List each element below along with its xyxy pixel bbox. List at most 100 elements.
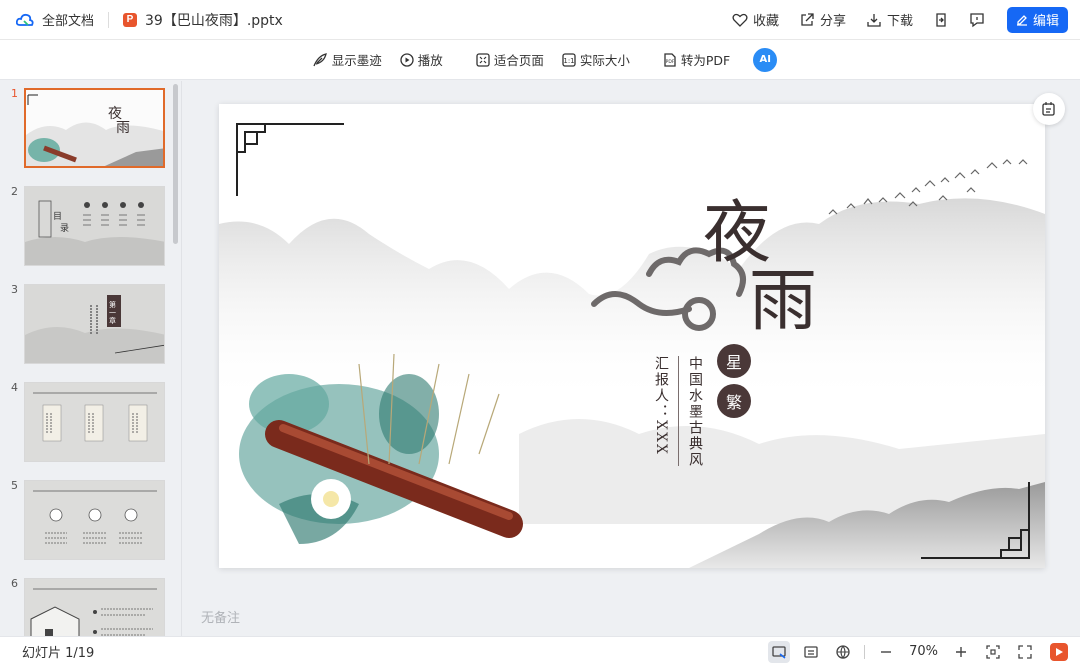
thumbnail-slide-1[interactable]: 夜 雨 xyxy=(24,88,165,168)
download-label: 下载 xyxy=(886,14,913,29)
fit-page-label: 适合页面 xyxy=(493,53,544,68)
export-icon xyxy=(936,12,946,27)
thumbnail-art xyxy=(25,481,164,559)
download-button[interactable]: 下载 xyxy=(866,10,913,29)
play-circle-icon xyxy=(400,52,414,67)
thumbnail-slide-4[interactable] xyxy=(24,382,165,462)
export-button[interactable] xyxy=(933,12,949,28)
fit-window-icon xyxy=(986,644,1000,659)
heart-icon xyxy=(732,13,748,27)
to-pdf-button[interactable]: PDF 转为PDF xyxy=(663,50,730,69)
notes-placeholder[interactable]: 无备注 xyxy=(201,607,240,626)
web-view-button[interactable] xyxy=(832,641,854,663)
ppt-file-icon: P xyxy=(123,12,138,27)
actual-size-icon: 1:1 xyxy=(562,52,576,67)
breadcrumb-all-docs[interactable]: 全部文档 xyxy=(42,10,94,29)
thumbnail-number: 6 xyxy=(11,577,18,590)
zoom-level[interactable]: 70% xyxy=(909,644,938,659)
play-icon xyxy=(1056,647,1063,656)
thumbnail-slide-3[interactable]: 第 一 章 xyxy=(24,284,165,364)
slide-preview-area: 夜 雨 星 繁 中国水墨古典风 汇报人：XXX 无备注 xyxy=(183,81,1080,636)
globe-icon xyxy=(836,644,850,659)
edit-label: 编辑 xyxy=(1032,14,1059,29)
svg-text:1:1: 1:1 xyxy=(563,57,574,65)
play-label: 播放 xyxy=(417,53,443,68)
show-ink-button[interactable]: 显示墨迹 xyxy=(312,50,382,69)
thumbnail-art: 目 录 xyxy=(25,187,164,265)
thumbnail-slide-5[interactable] xyxy=(24,480,165,560)
notes-icon xyxy=(1042,102,1055,116)
thumbnail-art: 第 一 章 xyxy=(25,285,164,363)
thumbnail-art xyxy=(25,383,164,461)
svg-text:录: 录 xyxy=(60,223,69,234)
to-pdf-label: 转为PDF xyxy=(680,53,731,68)
zoom-out-button[interactable] xyxy=(875,641,897,663)
share-button[interactable]: 分享 xyxy=(799,10,846,29)
notes-view-button[interactable] xyxy=(800,641,822,663)
thumbnail-row-4[interactable]: 4 xyxy=(0,375,181,462)
minus-icon xyxy=(881,650,892,653)
favorite-button[interactable]: 收藏 xyxy=(732,10,779,29)
pdf-icon: PDF xyxy=(664,52,676,67)
thumbnail-row-5[interactable]: 5 xyxy=(0,473,181,560)
svg-text:第: 第 xyxy=(109,300,116,309)
download-icon xyxy=(867,13,881,27)
thumbnail-number: 3 xyxy=(11,283,18,296)
thumbnail-row-2[interactable]: 2 目 录 xyxy=(0,179,181,266)
plus-icon xyxy=(956,646,966,657)
slide-title-char-1: 夜 xyxy=(703,194,772,273)
comment-button[interactable] xyxy=(969,12,985,28)
top-bar: 全部文档 P 39【巴山夜雨】.pptx 收藏 分享 下载 编辑 xyxy=(0,0,1080,40)
share-icon xyxy=(801,12,814,26)
slideshow-play-button[interactable] xyxy=(1050,642,1068,661)
svg-text:一: 一 xyxy=(109,309,116,317)
edit-button[interactable]: 编辑 xyxy=(1007,6,1068,33)
svg-text:雨: 雨 xyxy=(116,120,130,136)
svg-text:章: 章 xyxy=(109,316,116,325)
fullscreen-button[interactable] xyxy=(1014,641,1036,663)
pencil-icon xyxy=(1016,14,1027,26)
favorite-label: 收藏 xyxy=(752,14,779,29)
fit-page-icon xyxy=(476,52,490,67)
thumbnail-row-3[interactable]: 3 第 一 章 xyxy=(0,277,181,364)
normal-view-icon xyxy=(772,645,786,659)
notes-view-icon xyxy=(804,645,818,658)
thumbnail-slide-2[interactable]: 目 录 xyxy=(24,186,165,266)
show-ink-label: 显示墨迹 xyxy=(331,53,382,68)
share-label: 分享 xyxy=(819,14,846,29)
comment-icon xyxy=(970,12,984,27)
normal-view-button[interactable] xyxy=(768,640,791,663)
ai-assistant-button[interactable]: AI xyxy=(753,47,778,72)
svg-text:目: 目 xyxy=(53,211,62,222)
current-slide[interactable]: 夜 雨 星 繁 中国水墨古典风 汇报人：XXX xyxy=(219,104,1045,568)
thumbnail-row-1[interactable]: 1 夜 雨 xyxy=(0,81,181,168)
seal-char-2: 繁 xyxy=(717,384,751,418)
file-name: 39【巴山夜雨】.pptx xyxy=(145,12,283,29)
fit-window-button[interactable] xyxy=(982,641,1004,663)
thumbnail-art: 夜 雨 xyxy=(26,90,163,166)
fit-page-button[interactable]: 适合页面 xyxy=(476,50,544,69)
thumbnail-number: 2 xyxy=(11,185,18,198)
thumbnail-art xyxy=(25,579,164,636)
subtitle-divider xyxy=(678,356,679,466)
slide-subtitle: 中国水墨古典风 xyxy=(687,356,703,468)
slide-title-char-2: 雨 xyxy=(749,262,818,341)
thumbnail-slide-6[interactable] xyxy=(24,578,165,636)
cloud-icon[interactable] xyxy=(16,13,34,27)
divider xyxy=(108,11,110,28)
thumbnail-row-6[interactable]: 6 xyxy=(0,571,181,636)
seal-char-1: 星 xyxy=(717,344,751,378)
ink-feather-icon xyxy=(313,52,327,66)
status-bar: 幻灯片 1/19 70% xyxy=(0,636,1080,666)
divider xyxy=(864,644,866,659)
play-button[interactable]: 播放 xyxy=(400,50,443,69)
view-toolbar: 显示墨迹 播放 适合页面 1:1 实际大小 PDF 转为PDF AI xyxy=(0,40,1080,80)
thumbnail-number: 4 xyxy=(11,381,18,394)
slide-reporter: 汇报人：XXX xyxy=(653,356,669,456)
svg-text:PDF: PDF xyxy=(665,59,674,65)
notes-panel-button[interactable] xyxy=(1033,93,1065,125)
thumbnail-number: 1 xyxy=(11,87,18,100)
slide-thumbnail-sidebar[interactable]: 1 夜 雨 2 目 录 3 第 一 章 4 5 6 xyxy=(0,81,182,636)
zoom-in-button[interactable] xyxy=(950,641,972,663)
actual-size-button[interactable]: 1:1 实际大小 xyxy=(562,50,630,69)
